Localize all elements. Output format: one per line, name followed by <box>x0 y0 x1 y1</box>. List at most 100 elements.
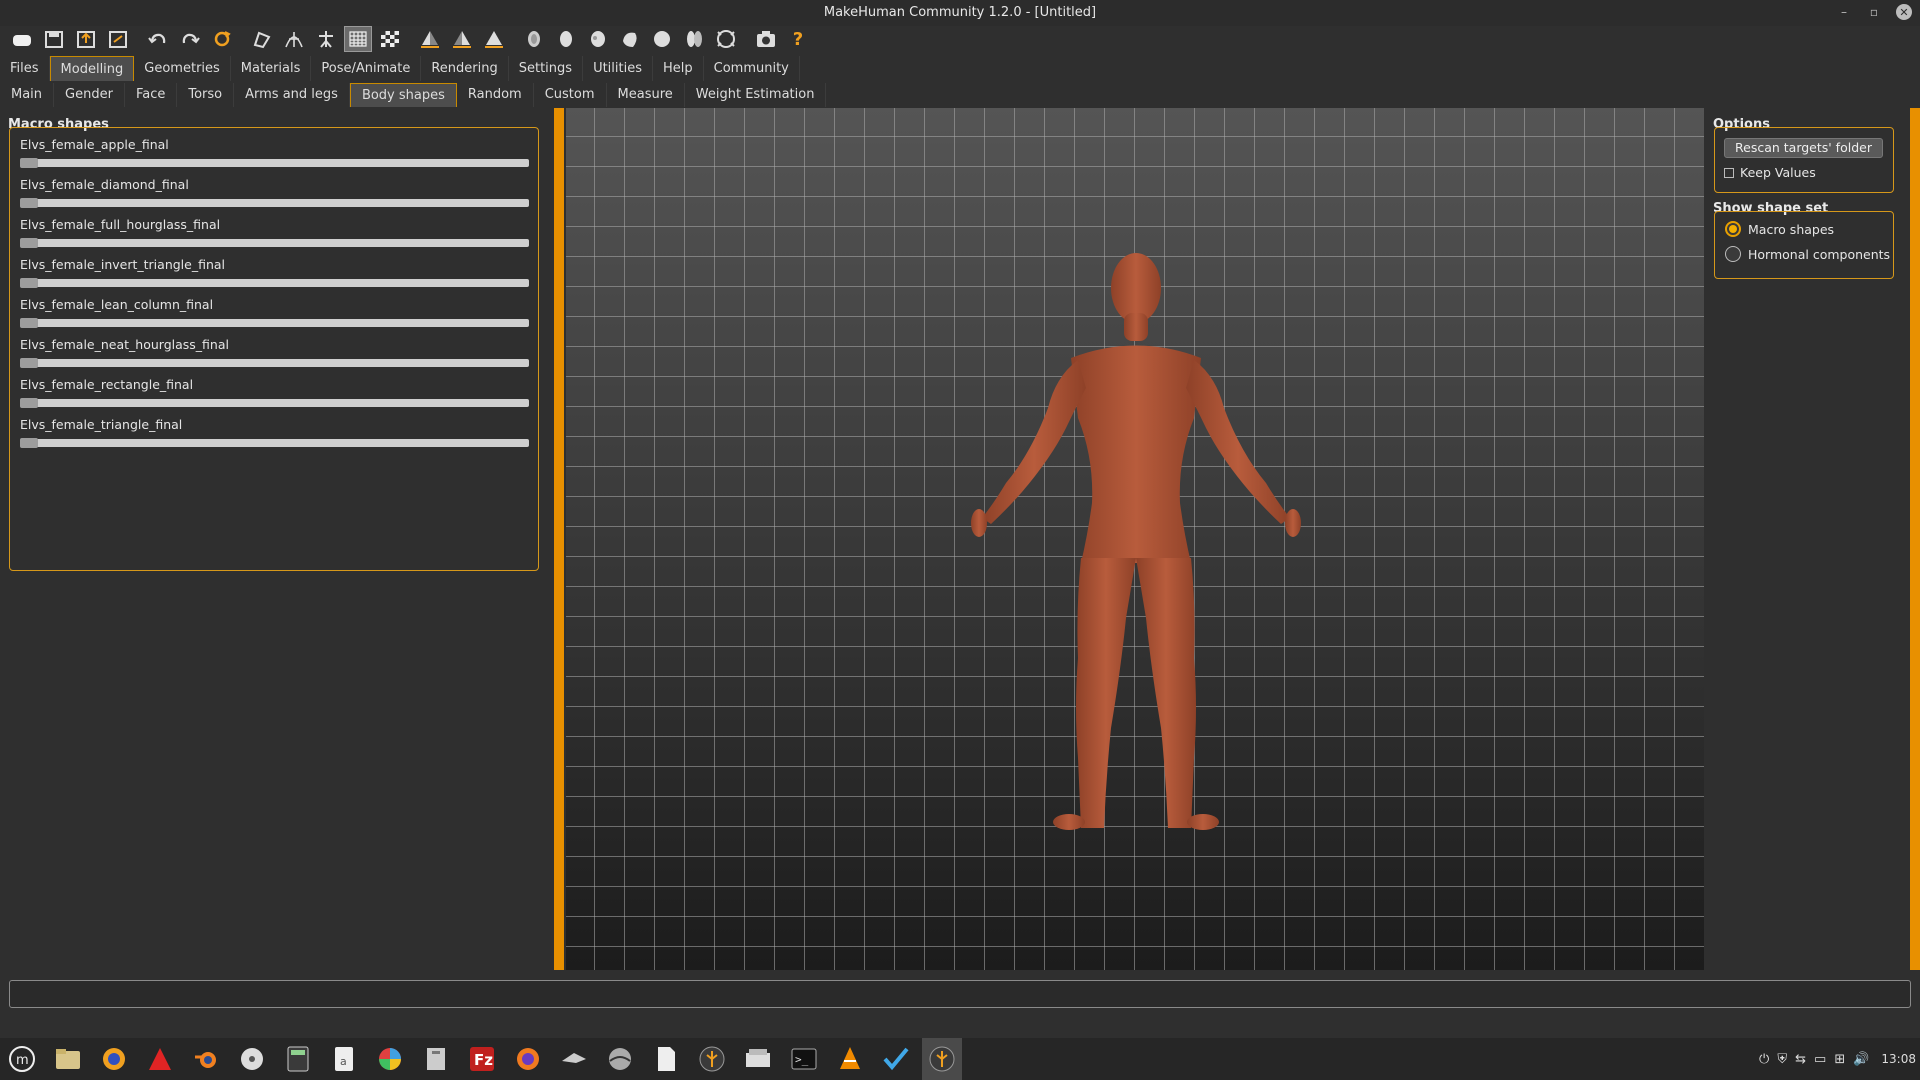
darktable-icon[interactable] <box>370 1038 410 1080</box>
subtab-custom[interactable]: Custom <box>534 83 607 107</box>
subtab-torso[interactable]: Torso <box>177 83 235 107</box>
rescan-targets-button[interactable]: Rescan targets' folder <box>1724 138 1883 158</box>
left-view-icon[interactable] <box>584 26 612 52</box>
makehuman-icon[interactable] <box>922 1038 962 1080</box>
tab-utilities[interactable]: Utilities <box>583 56 653 81</box>
close-button[interactable]: ✕ <box>1896 4 1912 20</box>
disc-icon[interactable] <box>232 1038 272 1080</box>
help-icon[interactable]: ? <box>784 26 812 52</box>
shield-icon[interactable]: ⛨ <box>1777 1052 1787 1067</box>
tab-rendering[interactable]: Rendering <box>421 56 509 81</box>
undo-icon[interactable] <box>144 26 172 52</box>
terminal-icon[interactable]: >_ <box>784 1038 824 1080</box>
symmetry-left-icon[interactable] <box>448 26 476 52</box>
subtab-face[interactable]: Face <box>125 83 178 107</box>
macro-shapes-radio[interactable] <box>1725 221 1741 237</box>
3d-viewport[interactable] <box>566 108 1704 970</box>
tab-help[interactable]: Help <box>653 56 704 81</box>
mint-menu-icon[interactable]: m <box>2 1038 42 1080</box>
slider-rectangle[interactable] <box>20 398 529 408</box>
symmetry-right-icon[interactable] <box>416 26 444 52</box>
app-icon[interactable] <box>94 1038 134 1080</box>
archive-icon[interactable] <box>416 1038 456 1080</box>
tab-geometries[interactable]: Geometries <box>134 56 231 81</box>
app-icon[interactable] <box>876 1038 916 1080</box>
slider-handle[interactable] <box>20 358 38 368</box>
minimize-button[interactable]: – <box>1836 4 1852 20</box>
export-icon[interactable] <box>104 26 132 52</box>
vlc-icon[interactable] <box>830 1038 870 1080</box>
slider-handle[interactable] <box>20 238 38 248</box>
slider-lean-column[interactable] <box>20 318 529 328</box>
slider-handle[interactable] <box>20 198 38 208</box>
wireframe-icon[interactable] <box>280 26 308 52</box>
scanner-icon[interactable] <box>738 1038 778 1080</box>
calculator-icon[interactable] <box>278 1038 318 1080</box>
subtab-main[interactable]: Main <box>0 83 55 107</box>
files-icon[interactable] <box>48 1038 88 1080</box>
slider-full-hourglass[interactable] <box>20 238 529 248</box>
tab-community[interactable]: Community <box>704 56 800 81</box>
smooth-icon[interactable] <box>248 26 276 52</box>
slider-invert-triangle[interactable] <box>20 278 529 288</box>
app-icon[interactable] <box>600 1038 640 1080</box>
restore-button[interactable]: ▫ <box>1866 4 1882 20</box>
wired-network-icon[interactable]: ⊞ <box>1834 1052 1845 1067</box>
left-panel-scrollbar[interactable] <box>554 108 564 970</box>
tab-files[interactable]: Files <box>0 56 50 81</box>
background-icon[interactable] <box>376 26 404 52</box>
slider-handle[interactable] <box>20 398 38 408</box>
slider-handle[interactable] <box>20 438 38 448</box>
filezilla-icon[interactable]: Fz <box>462 1038 502 1080</box>
skeleton-icon[interactable] <box>312 26 340 52</box>
tab-modelling[interactable]: Modelling <box>49 56 135 81</box>
makehuman-icon[interactable] <box>692 1038 732 1080</box>
reset-icon[interactable] <box>208 26 236 52</box>
main-tabs: Files Modelling Geometries Materials Pos… <box>0 56 800 81</box>
slider-handle[interactable] <box>20 278 38 288</box>
symmetry-icon[interactable] <box>480 26 508 52</box>
save-icon[interactable] <box>40 26 68 52</box>
bottom-view-icon[interactable] <box>680 26 708 52</box>
right-panel-scrollbar[interactable] <box>1910 108 1920 970</box>
tab-pose-animate[interactable]: Pose/Animate <box>311 56 422 81</box>
power-icon[interactable]: ⏻ <box>1759 1052 1769 1067</box>
app-icon[interactable] <box>140 1038 180 1080</box>
tab-settings[interactable]: Settings <box>509 56 584 81</box>
slider-handle[interactable] <box>20 318 38 328</box>
app-icon[interactable] <box>554 1038 594 1080</box>
clock[interactable]: 13:08 <box>1881 1052 1916 1066</box>
right-view-icon[interactable] <box>616 26 644 52</box>
blender-icon[interactable] <box>186 1038 226 1080</box>
slider-triangle[interactable] <box>20 438 529 448</box>
hormonal-components-radio[interactable] <box>1725 246 1741 262</box>
redo-icon[interactable] <box>176 26 204 52</box>
firefox-icon[interactable] <box>508 1038 548 1080</box>
top-view-icon[interactable] <box>648 26 676 52</box>
keep-values-checkbox[interactable] <box>1724 168 1734 178</box>
network-icon[interactable]: ⇆ <box>1795 1052 1806 1067</box>
slider-diamond[interactable] <box>20 198 529 208</box>
keyboard-icon[interactable]: ▭ <box>1814 1052 1826 1067</box>
system-tray: ⏻ ⛨ ⇆ ▭ ⊞ 🔊 13:08 <box>1759 1038 1920 1080</box>
screenshot-icon[interactable] <box>752 26 780 52</box>
slider-apple[interactable] <box>20 158 529 168</box>
slider-neat-hourglass[interactable] <box>20 358 529 368</box>
subtab-random[interactable]: Random <box>457 83 534 107</box>
volume-icon[interactable]: 🔊 <box>1853 1052 1869 1067</box>
tab-materials[interactable]: Materials <box>231 56 312 81</box>
subtab-weight-estimation[interactable]: Weight Estimation <box>685 83 827 107</box>
reset-camera-icon[interactable] <box>712 26 740 52</box>
front-view-icon[interactable] <box>520 26 548 52</box>
text-editor-icon[interactable]: a <box>324 1038 364 1080</box>
subtab-gender[interactable]: Gender <box>54 83 125 107</box>
back-view-icon[interactable] <box>552 26 580 52</box>
subtab-measure[interactable]: Measure <box>607 83 685 107</box>
slider-handle[interactable] <box>20 158 38 168</box>
load-icon[interactable] <box>72 26 100 52</box>
subtab-body-shapes[interactable]: Body shapes <box>349 83 457 107</box>
document-icon[interactable] <box>646 1038 686 1080</box>
grid-icon[interactable] <box>344 26 372 52</box>
subtab-arms-and-legs[interactable]: Arms and legs <box>234 83 350 107</box>
new-icon[interactable] <box>8 26 36 52</box>
